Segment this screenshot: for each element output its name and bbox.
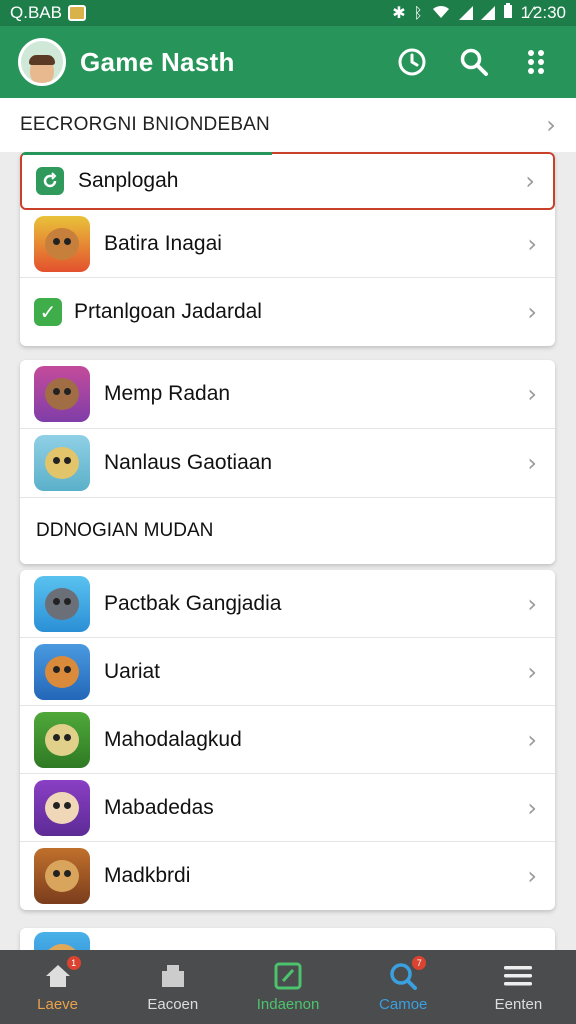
chevron-right-icon: ›: [546, 111, 556, 139]
list-item[interactable]: Pactbak Gangjadia ›: [20, 570, 555, 638]
checkbox-icon: ✓: [34, 298, 62, 326]
sub-section-header-label: DDNOGIAN MUDAN: [36, 520, 214, 541]
list-item-label: Uariat: [104, 659, 161, 683]
list-item-label: Nanlaus Gaotiaan: [104, 451, 273, 474]
search-button[interactable]: [452, 40, 496, 84]
status-left-text: Q.BAB: [10, 3, 62, 22]
list-item-label: Prtanlgoan Jadardal: [74, 300, 262, 323]
list-item[interactable]: Uariat ›: [20, 638, 555, 706]
list-item-label: Memp Radan: [104, 382, 231, 405]
nav-item-search[interactable]: 7 Camoe: [346, 950, 461, 1024]
section-header-label: EECRORGNI BNIONDEBAN: [20, 114, 270, 135]
section4-card-partial: [20, 928, 555, 950]
menu-icon: [503, 962, 533, 990]
signal-icon: [458, 6, 473, 20]
nav-label: Indaenon: [256, 995, 320, 1013]
nav-badge: 1: [66, 955, 81, 970]
list-item[interactable]: ✓ Prtanlgoan Jadardal ›: [20, 278, 555, 346]
chevron-right-icon: ›: [527, 793, 537, 822]
vibrate-icon: ᛒ: [413, 4, 423, 22]
list-item-label: Sanplogah: [78, 169, 179, 192]
wifi-icon: [431, 3, 451, 24]
notification-icon: [67, 5, 86, 21]
bluetooth-icon: ✱: [392, 5, 406, 22]
nav-badge: 7: [412, 955, 427, 970]
list-item[interactable]: Memp Radan ›: [20, 360, 555, 429]
avatar[interactable]: [18, 38, 66, 86]
status-time: 1⁄2:30: [520, 3, 566, 22]
list-item[interactable]: [20, 928, 555, 950]
nav-label: Eacoen: [147, 995, 199, 1013]
game-icon-5: [34, 643, 90, 700]
nav-item-store[interactable]: Eacoen: [115, 950, 230, 1024]
edit-icon: [273, 962, 303, 990]
chevron-right-icon: ›: [527, 862, 537, 890]
section2-card: Memp Radan › Nanlaus Gaotiaan › DDNOGIAN…: [20, 360, 555, 564]
app-bar: Game Nasth: [0, 26, 576, 98]
list-item-label: Batira Inagai: [104, 231, 222, 255]
game-icon-1: [34, 215, 90, 272]
game-icon-9: [34, 932, 90, 950]
chevron-right-icon: ›: [527, 449, 537, 477]
battery-icon: [503, 2, 513, 24]
list-item[interactable]: Batira Inagai ›: [20, 210, 555, 278]
dots-grid-icon: [528, 50, 544, 74]
list-item[interactable]: Mabadedas ›: [20, 774, 555, 842]
clock-icon: [398, 48, 426, 76]
home-icon: 1: [43, 955, 81, 990]
chevron-right-icon: ›: [527, 589, 537, 618]
refresh-app-icon: [36, 167, 64, 195]
game-icon-8: [34, 848, 90, 904]
game-icon-6: [34, 711, 90, 768]
chevron-right-icon: ›: [525, 167, 535, 195]
signal-icon-2: [480, 6, 495, 20]
game-icon-4: [34, 575, 90, 632]
game-icon-7: [34, 779, 90, 836]
nav-item-edit[interactable]: Indaenon: [230, 950, 345, 1024]
search-icon: [460, 48, 488, 76]
list-item-label: Pactbak Gangjadia: [104, 591, 282, 615]
list-item[interactable]: Sanplogah ›: [20, 152, 555, 210]
chevron-right-icon: ›: [527, 657, 537, 686]
status-bar: Q.BAB ✱ ᛒ 1⁄2:30: [0, 0, 576, 26]
section3-card: Pactbak Gangjadia › Uariat › Mahodalagku…: [20, 570, 555, 910]
list-item-label: Mahodalagkud: [104, 727, 242, 751]
section1-card: Sanplogah › Batira Inagai › ✓ Prtanlgoan…: [20, 152, 555, 346]
sub-section-header: DDNOGIAN MUDAN: [20, 498, 555, 564]
chevron-right-icon: ›: [527, 298, 537, 326]
store-icon: [158, 962, 188, 990]
nav-item-home[interactable]: 1 Laeve: [0, 950, 115, 1024]
search-icon: 7: [388, 955, 427, 990]
list-item-label: Mabadedas: [104, 795, 214, 819]
game-icon-3: [34, 435, 90, 491]
nav-label: Laeve: [37, 995, 79, 1013]
section-header[interactable]: EECRORGNI BNIONDEBAN ›: [0, 98, 576, 152]
nav-label: Eenten: [494, 995, 543, 1013]
chevron-right-icon: ›: [527, 725, 537, 754]
nav-item-menu[interactable]: Eenten: [461, 950, 576, 1024]
game-icon-2: [34, 366, 90, 422]
list-item-label: Madkbrdi: [104, 864, 191, 887]
list-item[interactable]: Mahodalagkud ›: [20, 706, 555, 774]
history-button[interactable]: [390, 40, 434, 84]
more-button[interactable]: [514, 40, 558, 84]
app-title: Game Nasth: [80, 46, 235, 77]
game-list[interactable]: EECRORGNI BNIONDEBAN › Sanplogah › Batir…: [0, 98, 576, 950]
bottom-navigation: 1 Laeve Eacoen Indaenon 7 Camoe Eenten: [0, 950, 576, 1024]
chevron-right-icon: ›: [527, 380, 537, 408]
chevron-right-icon: ›: [527, 229, 537, 258]
nav-label: Camoe: [379, 995, 428, 1013]
list-item[interactable]: Nanlaus Gaotiaan ›: [20, 429, 555, 498]
list-item[interactable]: Madkbrdi ›: [20, 842, 555, 910]
